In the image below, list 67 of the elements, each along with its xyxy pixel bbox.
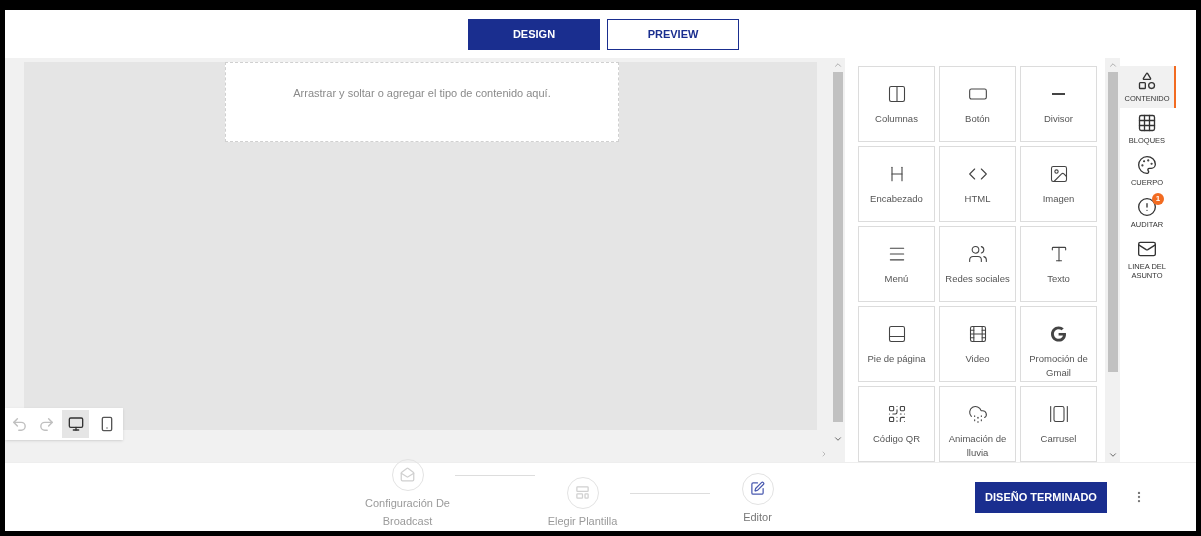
step-label: Editor xyxy=(743,509,772,525)
shapes-icon xyxy=(1137,71,1157,91)
scroll-down-icon[interactable] xyxy=(832,434,843,444)
monitor-icon xyxy=(67,416,84,432)
tile-label: Encabezado xyxy=(870,192,923,206)
content-tile[interactable]: Video xyxy=(939,306,1016,382)
columns-icon xyxy=(886,84,907,104)
tab[interactable]: PREVIEW xyxy=(607,18,739,50)
tile-label: Menú xyxy=(884,272,909,286)
notification-badge: 1 xyxy=(1152,193,1164,205)
content-tile[interactable]: Divisor xyxy=(1020,66,1097,142)
drop-hint: Arrastrar y soltar o agregar el tipo de contenido aquí. xyxy=(293,85,551,101)
content-tile[interactable]: Menú xyxy=(858,226,935,302)
palette-icon xyxy=(1137,155,1157,175)
content-tile[interactable]: Carrusel xyxy=(1020,386,1097,462)
scrollbar-thumb[interactable] xyxy=(832,72,843,422)
image-icon xyxy=(1048,164,1069,184)
scroll-down-icon[interactable] xyxy=(1107,450,1118,460)
content-tile[interactable]: Columnas xyxy=(858,66,935,142)
content-tile[interactable]: HTML xyxy=(939,146,1016,222)
content-tile[interactable]: Encabezado xyxy=(858,146,935,222)
redo-icon[interactable] xyxy=(38,415,55,433)
tile-label: Divisor xyxy=(1044,112,1073,126)
content-tile[interactable]: Imagen xyxy=(1020,146,1097,222)
film-icon xyxy=(967,324,988,344)
content-tile[interactable]: Código QR xyxy=(858,386,935,462)
scroll-right-icon[interactable] xyxy=(820,450,828,458)
scrollbar[interactable] xyxy=(1105,58,1120,462)
scroll-up-icon[interactable] xyxy=(832,60,843,70)
mail-icon xyxy=(1137,239,1157,259)
step-label: Elegir Plantilla xyxy=(547,513,618,529)
line-icon xyxy=(1052,93,1065,95)
drop-zone[interactable]: Arrastrar y soltar o agregar el tipo de contenido aquí. xyxy=(225,62,619,142)
finish-design-button[interactable]: DISEÑO TERMINADO xyxy=(975,481,1107,513)
tab[interactable]: DESIGN xyxy=(468,18,600,50)
tile-label: Pie de página xyxy=(867,352,926,366)
people-icon xyxy=(967,244,988,264)
content-tile[interactable]: Animación de lluvia xyxy=(939,386,1016,462)
content-tile[interactable]: Promoción de Gmail xyxy=(1020,306,1097,382)
progress-step[interactable]: Editor xyxy=(710,472,805,526)
tile-label: Botón xyxy=(965,112,990,126)
desktop-view-button[interactable] xyxy=(62,410,89,438)
scroll-up-icon[interactable] xyxy=(1107,60,1118,70)
qr-code-icon xyxy=(886,404,907,424)
tile-label: Texto xyxy=(1047,272,1070,286)
scrollbar-thumb[interactable] xyxy=(1107,72,1118,372)
tile-label: Animación de lluvia xyxy=(947,432,1008,460)
grid-icon xyxy=(1137,113,1157,133)
tile-label: Redes sociales xyxy=(945,272,1010,286)
g-letter-icon xyxy=(1051,324,1066,344)
step-label: Configuración De Broadcast xyxy=(364,495,451,529)
undo-icon[interactable] xyxy=(11,415,28,433)
rain-cloud-icon xyxy=(967,404,988,424)
tile-label: Video xyxy=(965,352,990,366)
tile-label: Código QR xyxy=(873,432,920,446)
carousel-icon xyxy=(1048,404,1069,424)
tile-label: Carrusel xyxy=(1040,432,1077,446)
tile-label: Columnas xyxy=(875,112,918,126)
content-tile[interactable]: Pie de página xyxy=(858,306,935,382)
content-tile[interactable]: Botón xyxy=(939,66,1016,142)
content-tile[interactable]: Texto xyxy=(1020,226,1097,302)
content-tile[interactable]: Redes sociales xyxy=(939,226,1016,302)
footer-icon xyxy=(886,324,907,344)
tile-label: HTML xyxy=(964,192,991,206)
alert-icon xyxy=(1137,197,1157,217)
tile-label: Promoción de Gmail xyxy=(1028,352,1089,380)
tile-label: Imagen xyxy=(1042,192,1075,206)
